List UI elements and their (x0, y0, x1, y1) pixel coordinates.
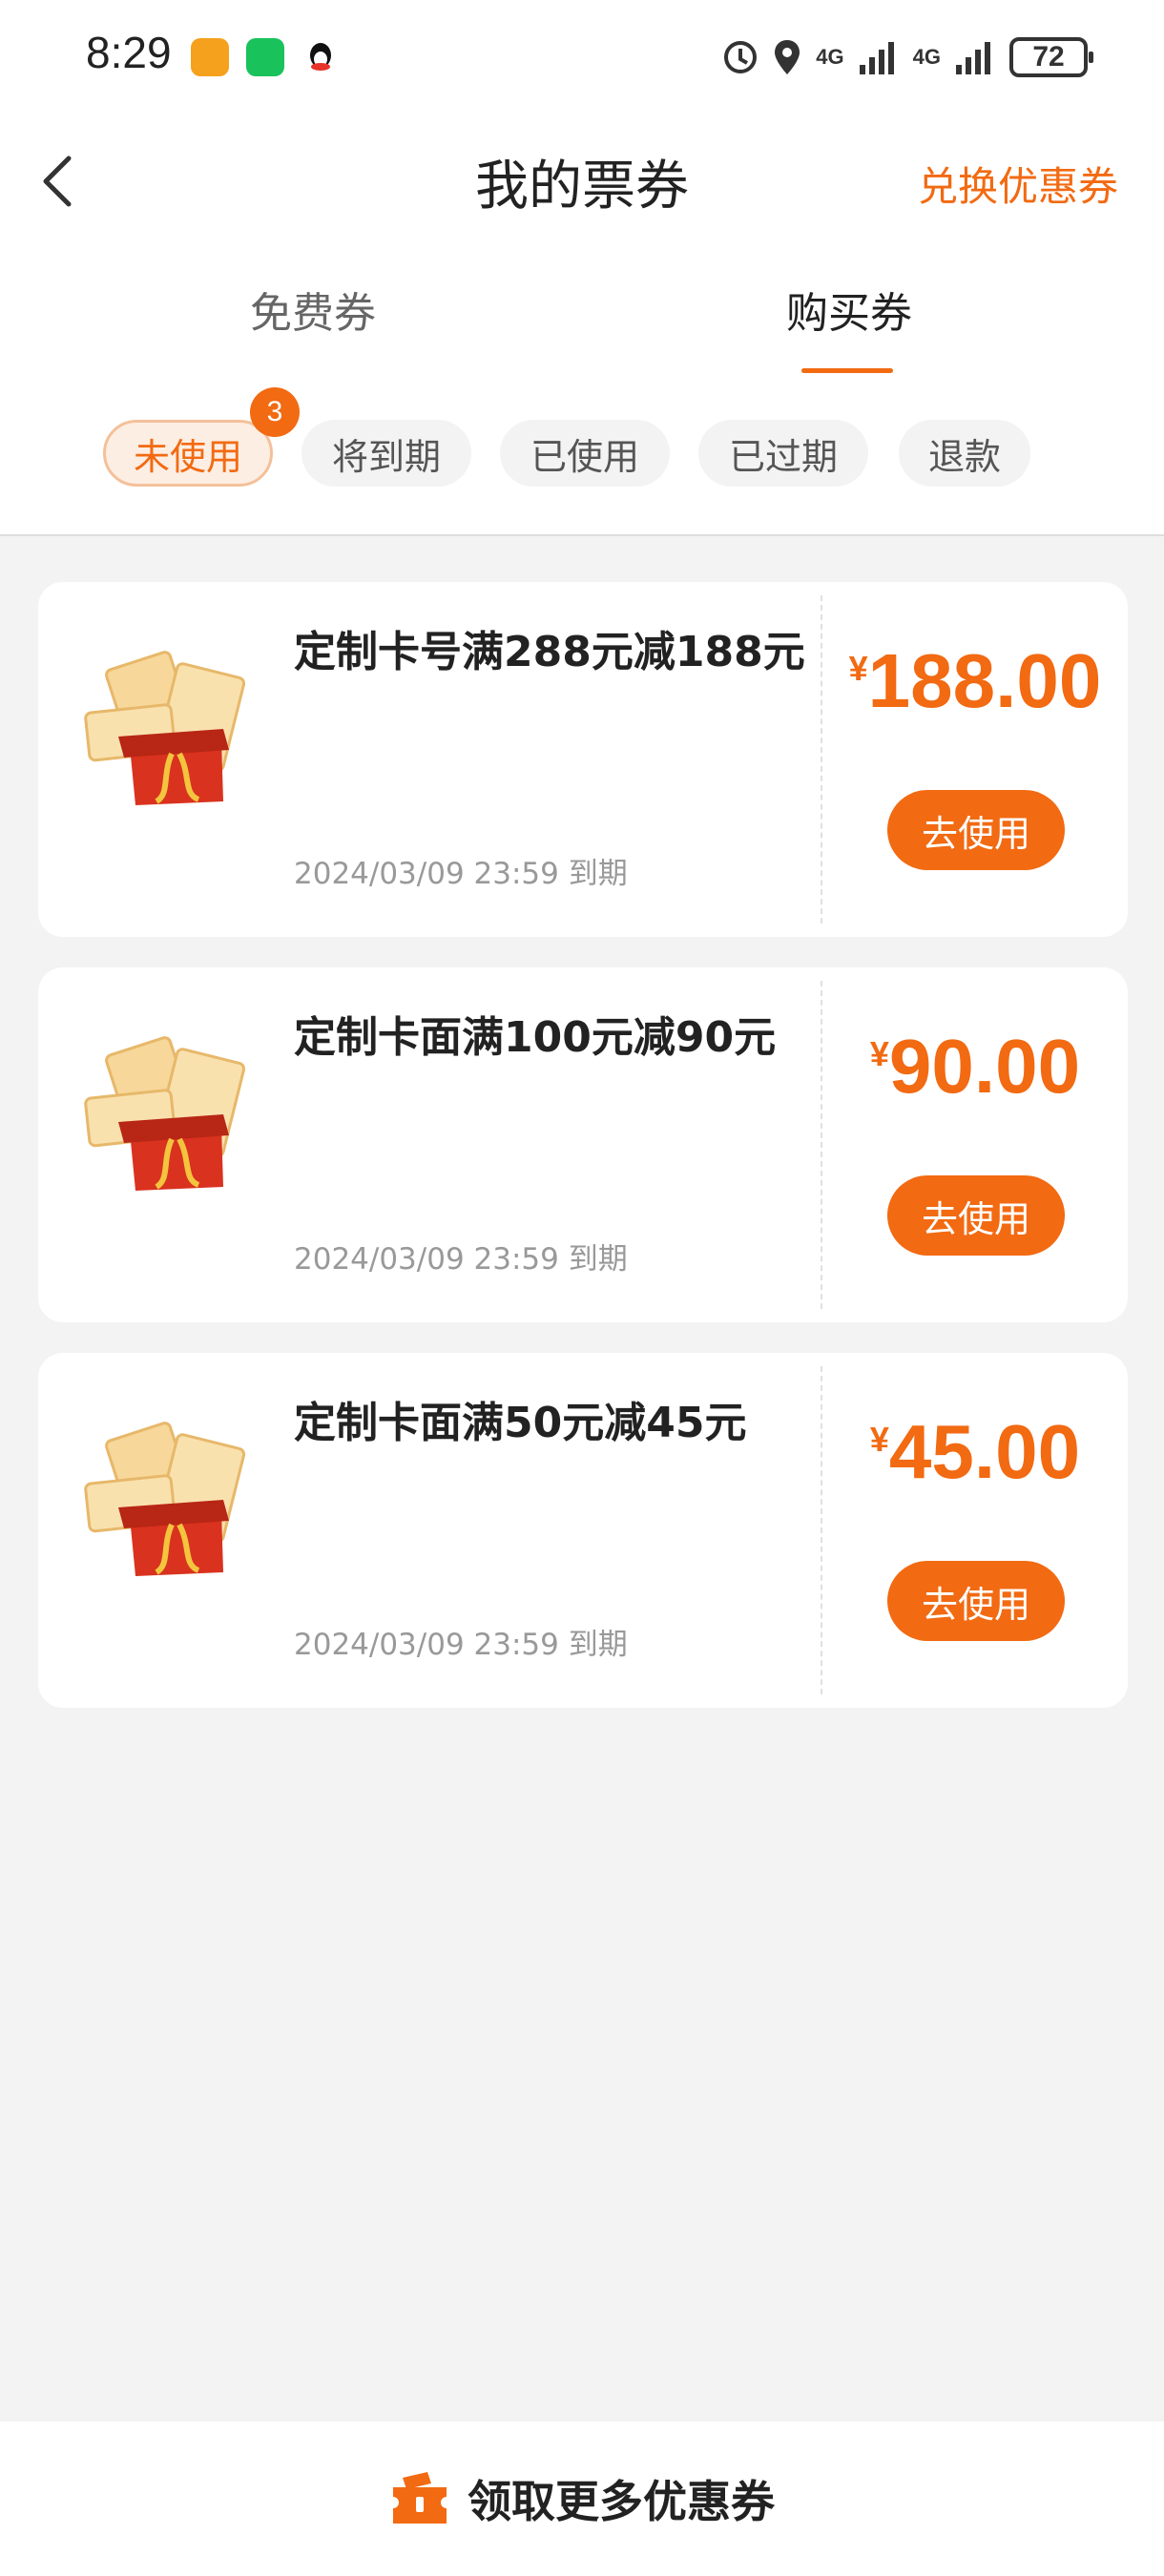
coupon-title: 定制卡面满50元减45元 (294, 1399, 747, 1447)
coupon-card: 定制卡面满100元减90元 2024/03/09 23:59 到期 ¥90.00… (38, 967, 1128, 1322)
signal-icon (859, 42, 894, 74)
coupon-amount: ¥45.00 (822, 1408, 1128, 1496)
gift-box-icon (84, 651, 246, 805)
battery-icon: 72 (1009, 37, 1093, 77)
ticket-icon (393, 2472, 447, 2524)
data-saver-icon (724, 41, 758, 73)
tab-free-coupons[interactable]: 免费券 (250, 279, 376, 340)
location-icon (775, 40, 800, 74)
amount-value: 45.00 (888, 1409, 1081, 1494)
filter-expired[interactable]: 已过期 (698, 420, 868, 487)
use-coupon-button[interactable]: 去使用 (887, 1561, 1065, 1641)
amount-value: 188.00 (867, 638, 1102, 723)
coupon-title: 定制卡号满288元减188元 (294, 628, 805, 676)
currency-symbol: ¥ (869, 1034, 889, 1073)
filter-refund[interactable]: 退款 (899, 420, 1030, 487)
use-coupon-button[interactable]: 去使用 (887, 1175, 1065, 1256)
currency-symbol: ¥ (848, 649, 868, 688)
tab-purchased-coupons[interactable]: 购买券 (786, 279, 912, 340)
use-coupon-button[interactable]: 去使用 (887, 790, 1065, 870)
coupon-amount: ¥90.00 (822, 1023, 1128, 1111)
gift-box-icon (84, 1422, 246, 1576)
amount-value: 90.00 (888, 1024, 1081, 1109)
filter-unused[interactable]: 未使用 (103, 420, 273, 487)
bottom-bar: 领取更多优惠券 (0, 2421, 1164, 2576)
status-indicators: 4G 4G 72 (722, 29, 1093, 86)
coupon-expiry: 2024/03/09 23:59 到期 (294, 857, 628, 891)
filter-used[interactable]: 已使用 (500, 420, 670, 487)
app-notification-icon (191, 38, 229, 76)
get-more-coupons-button[interactable]: 领取更多优惠券 (0, 2467, 1164, 2530)
status-bar: 8:29 4G 4G 72 (0, 0, 1164, 114)
coupon-type-tabs: 免费券 购买券 (0, 248, 1164, 382)
coupon-card: 定制卡号满288元减188元 2024/03/09 23:59 到期 ¥188.… (38, 582, 1128, 937)
qq-icon (301, 38, 340, 76)
currency-symbol: ¥ (869, 1420, 889, 1459)
get-more-coupons-label: 领取更多优惠券 (468, 2476, 775, 2527)
network-type-2: 4G (912, 45, 941, 69)
coupon-expiry: 2024/03/09 23:59 到期 (294, 1628, 628, 1662)
gift-box-icon (84, 1036, 246, 1191)
status-filter-bar: 未使用 3 将到期 已使用 已过期 退款 (0, 382, 1164, 536)
unused-count-badge: 3 (250, 387, 300, 437)
coupon-title: 定制卡面满100元减90元 (294, 1013, 777, 1062)
exchange-coupon-link[interactable]: 兑换优惠券 (918, 155, 1118, 213)
coupon-amount: ¥188.00 (822, 637, 1128, 725)
coupon-expiry: 2024/03/09 23:59 到期 (294, 1242, 628, 1277)
network-type-1: 4G (816, 45, 844, 69)
header: 我的票券 兑换优惠券 (0, 114, 1164, 248)
signal-icon (956, 42, 990, 74)
active-tab-indicator (801, 368, 893, 373)
wechat-icon (246, 38, 284, 76)
status-time: 8:29 (86, 28, 172, 77)
coupon-card: 定制卡面满50元减45元 2024/03/09 23:59 到期 ¥45.00 … (38, 1353, 1128, 1708)
filter-expiring[interactable]: 将到期 (301, 420, 471, 487)
